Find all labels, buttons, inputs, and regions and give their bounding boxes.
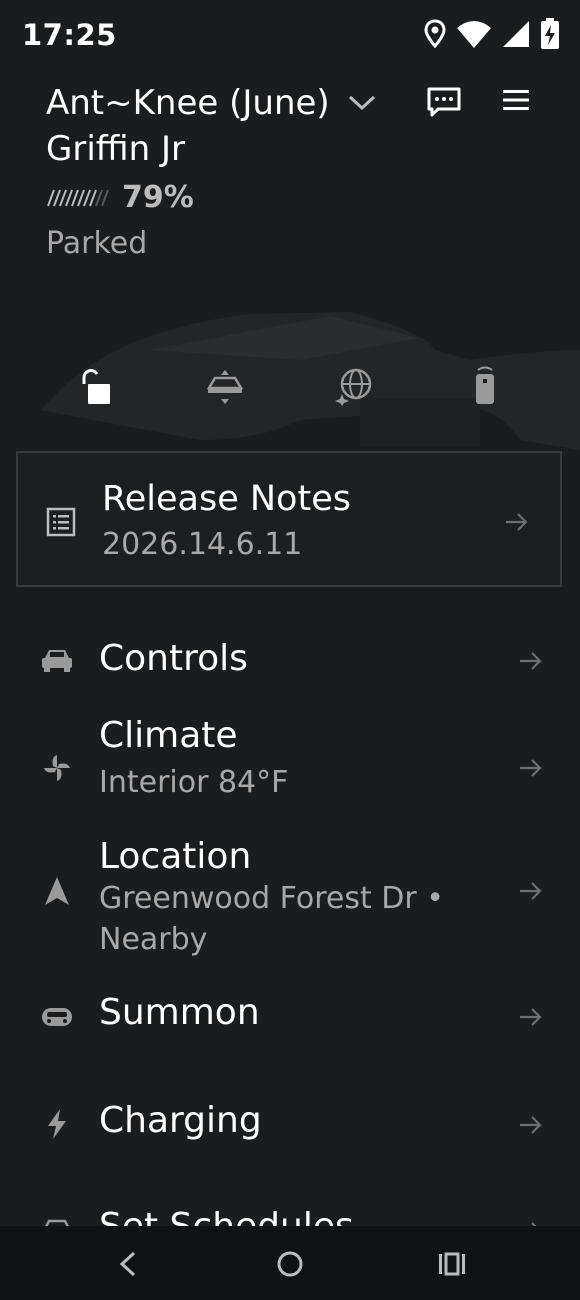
climate-car-icon[interactable] (197, 358, 253, 414)
menu-item-location[interactable]: Location Greenwood Forest Dr • Nearby (0, 832, 580, 972)
back-icon[interactable] (108, 1244, 148, 1284)
menu-item-schedules[interactable]: Set Schedules (0, 1196, 580, 1226)
horn-globe-icon[interactable] (326, 358, 382, 414)
controls-title: Controls (99, 638, 248, 679)
unlock-icon[interactable] (66, 358, 122, 414)
battery-percent: 79% (122, 180, 194, 215)
fan-icon (38, 749, 76, 787)
location-icon (424, 19, 446, 49)
arrow-right-icon (520, 652, 542, 670)
location-title: Location (99, 836, 252, 877)
menu-icon[interactable] (496, 82, 536, 118)
recent-apps-icon[interactable] (432, 1244, 472, 1284)
summon-car-icon (38, 998, 76, 1036)
climate-subtitle: Interior 84°F (99, 765, 289, 800)
arrow-right-icon (531, 1222, 537, 1226)
lightning-bolt-icon (38, 1105, 76, 1143)
signal-icon (503, 21, 529, 47)
navigation-arrow-icon (38, 872, 76, 910)
schedule-car-icon (38, 1212, 76, 1226)
menu-item-controls[interactable]: Controls (0, 626, 580, 696)
menu-item-summon[interactable]: Summon (0, 982, 580, 1052)
status-icons (424, 18, 560, 50)
car-icon (38, 641, 76, 679)
release-notes-title: Release Notes (102, 479, 351, 519)
quick-actions (0, 358, 580, 414)
arrow-right-icon (520, 1008, 542, 1026)
vehicle-name[interactable]: Ant~Knee (June) Griffin Jr (46, 80, 366, 172)
menu-item-charging[interactable]: Charging (0, 1090, 580, 1160)
status-time: 17:25 (22, 18, 117, 52)
summon-title: Summon (99, 992, 260, 1033)
schedules-title: Set Schedules (99, 1206, 354, 1226)
location-subtitle: Greenwood Forest Dr • Nearby (99, 881, 444, 957)
notes-list-icon (46, 507, 76, 537)
wifi-icon (457, 21, 491, 48)
release-notes-version: 2026.14.6.11 (102, 527, 303, 562)
battery-range-icon (47, 189, 109, 206)
message-icon[interactable] (424, 82, 464, 122)
arrow-right-icon (520, 1116, 542, 1134)
release-notes-card[interactable]: Release Notes 2026.14.6.11 (16, 451, 562, 587)
arrow-right-icon (506, 513, 528, 531)
system-navigation-bar (0, 1226, 580, 1300)
battery-status: 79% (46, 180, 194, 215)
charging-title: Charging (99, 1100, 262, 1141)
chevron-down-icon[interactable] (344, 88, 380, 118)
home-icon[interactable] (270, 1244, 310, 1284)
remote-icon[interactable] (456, 358, 512, 414)
status-bar: 17:25 (0, 0, 580, 72)
arrow-right-icon (520, 882, 542, 900)
menu-item-climate[interactable]: Climate Interior 84°F (0, 710, 580, 820)
arrow-right-icon (520, 759, 542, 777)
vehicle-state: Parked (46, 226, 148, 261)
battery-charging-icon (541, 18, 559, 49)
climate-title: Climate (99, 715, 238, 756)
